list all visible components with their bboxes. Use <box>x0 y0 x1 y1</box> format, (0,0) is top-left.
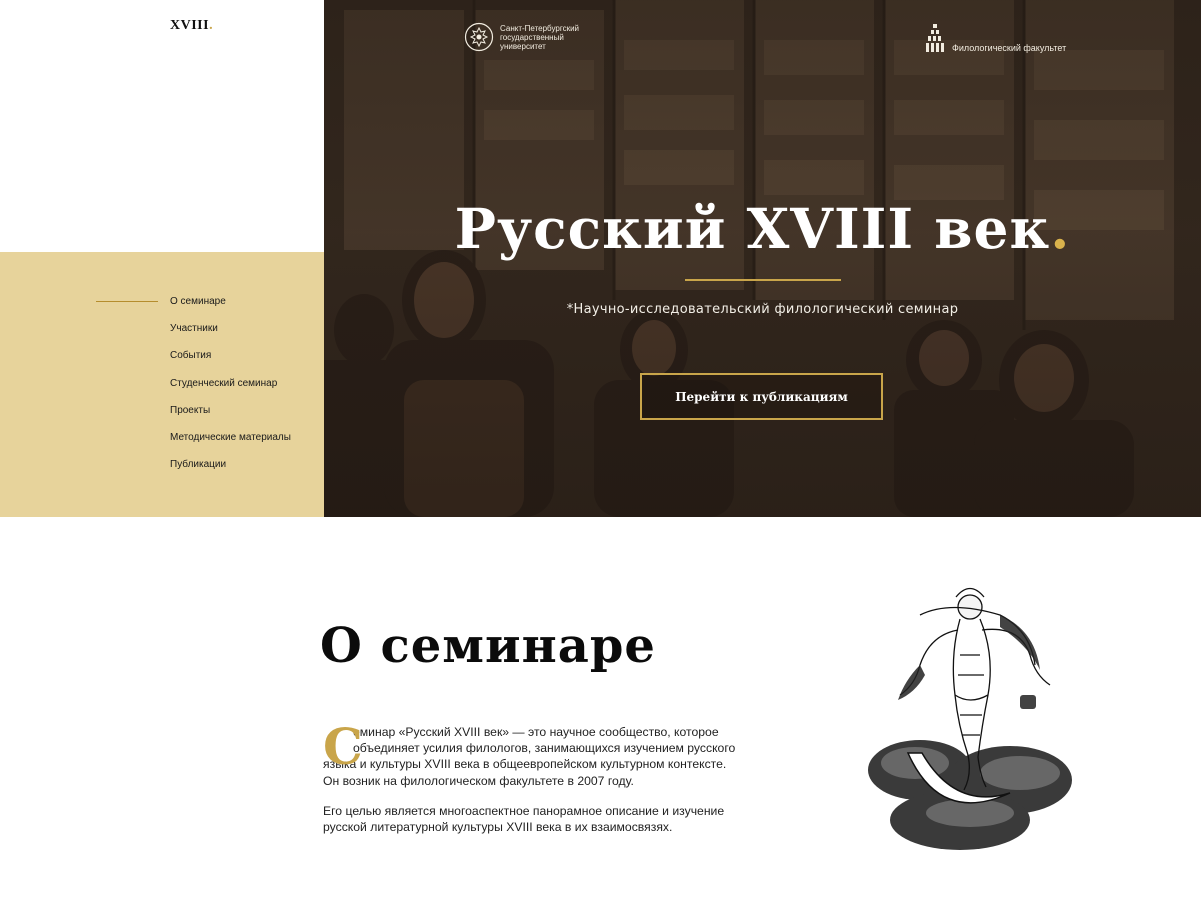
side-navigation: О семинаре Участники События Студенчески… <box>0 252 324 517</box>
nav-item-participants[interactable]: Участники <box>170 323 291 350</box>
hero-banner: Санкт-Петербургский государственный унив… <box>324 0 1201 517</box>
logo-text: XVIII <box>170 18 210 33</box>
logo-dot: . <box>209 18 214 33</box>
text-line: еминар «Русский XVIII век» — это научное… <box>353 725 719 739</box>
active-indicator <box>96 301 158 302</box>
nav-item-projects[interactable]: Проекты <box>170 405 291 432</box>
text-line: языка и культуры XVIII века в общеевропе… <box>323 757 727 772</box>
engraving-illustration <box>868 587 1072 850</box>
about-paragraph-1: С еминар «Русский XVIII век» — это научн… <box>323 717 773 789</box>
spbu-crest-icon <box>464 22 494 52</box>
nav-list: О семинаре Участники События Студенчески… <box>170 296 291 486</box>
hero-title: Русский XVIII век. <box>454 196 1071 261</box>
faculty-logo[interactable]: Филологический факультет <box>924 22 1066 54</box>
text-line: Он возник на филологическом факультете в… <box>323 773 634 788</box>
faculty-name: Филологический факультет <box>952 43 1067 53</box>
text-line: Его целью является многоаспектное панора… <box>323 803 725 818</box>
text-line: русской литературной культуры XVIII века… <box>323 820 673 835</box>
title-dot: . <box>1050 196 1071 261</box>
nav-item-methodical-materials[interactable]: Методические материалы <box>170 432 291 459</box>
nav-item-about[interactable]: О семинаре <box>170 296 291 323</box>
faculty-logo-icon <box>926 24 944 52</box>
about-heading: О семинаре <box>320 618 656 674</box>
nav-item-publications[interactable]: Публикации <box>170 459 291 486</box>
hero-subtitle: *Научно-исследовательский филологический… <box>566 302 959 317</box>
about-text: С еминар «Русский XVIII век» — это научн… <box>323 717 773 835</box>
publications-button[interactable]: Перейти к публикациям <box>640 373 883 420</box>
drop-cap: С <box>323 717 363 776</box>
about-paragraph-2: Его целью является многоаспектное панора… <box>323 803 773 835</box>
nav-item-events[interactable]: События <box>170 350 291 377</box>
nav-item-student-seminar[interactable]: Студенческий семинар <box>170 378 291 405</box>
site-logo[interactable]: XVIII. <box>170 18 213 34</box>
university-name: Санкт-Петербургский государственный унив… <box>500 23 580 51</box>
title-underline <box>685 279 841 281</box>
text-line: объединяет усилия филологов, занимающихс… <box>353 741 736 756</box>
university-logo[interactable]: Санкт-Петербургский государственный унив… <box>464 22 590 52</box>
